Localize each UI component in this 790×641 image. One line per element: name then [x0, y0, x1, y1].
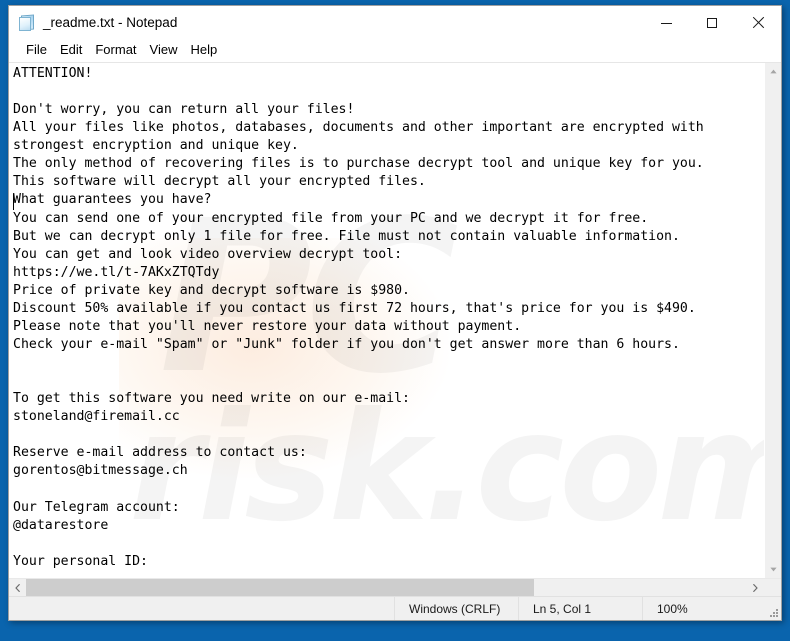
scroll-up-icon[interactable]	[765, 63, 782, 80]
scroll-left-icon[interactable]	[9, 579, 26, 596]
status-zoom-value: 100%	[657, 601, 688, 616]
menu-bar: File Edit Format View Help	[9, 40, 781, 62]
scrollbar-corner	[764, 579, 781, 596]
desktop-background: _readme.txt - Notepad File Edit Format V…	[0, 0, 790, 641]
horizontal-scroll-track[interactable]	[26, 579, 747, 596]
vertical-scrollbar[interactable]	[764, 63, 781, 578]
status-spacer	[9, 597, 395, 620]
text-editor[interactable]: PC risk.com ATTENTION! Don't worry, you …	[9, 63, 764, 578]
minimize-button[interactable]	[643, 6, 689, 40]
status-cursor-position: Ln 5, Col 1	[519, 597, 643, 620]
menu-item-file[interactable]: File	[20, 40, 54, 61]
horizontal-scroll-thumb[interactable]	[26, 579, 534, 596]
menu-item-format[interactable]: Format	[89, 40, 143, 61]
resize-grip[interactable]	[765, 597, 781, 620]
status-encoding: Windows (CRLF)	[395, 597, 519, 620]
close-icon	[752, 17, 764, 29]
title-bar-left: _readme.txt - Notepad	[9, 6, 177, 40]
status-bar: Windows (CRLF) Ln 5, Col 1 100%	[9, 596, 781, 620]
menu-item-view[interactable]: View	[144, 40, 185, 61]
vertical-scroll-track[interactable]	[765, 80, 781, 561]
scroll-right-icon[interactable]	[747, 579, 764, 596]
window-controls	[643, 6, 781, 40]
text-caret	[13, 194, 14, 210]
ransom-note-text: ATTENTION! Don't worry, you can return a…	[13, 66, 704, 578]
notepad-window: _readme.txt - Notepad File Edit Format V…	[8, 5, 782, 621]
title-bar[interactable]: _readme.txt - Notepad	[9, 6, 781, 40]
menu-item-edit[interactable]: Edit	[54, 40, 89, 61]
editor-area: PC risk.com ATTENTION! Don't worry, you …	[9, 62, 781, 578]
horizontal-scrollbar-row	[9, 578, 781, 596]
horizontal-scrollbar[interactable]	[9, 579, 764, 596]
notepad-icon	[19, 14, 36, 32]
maximize-icon	[707, 18, 717, 28]
close-button[interactable]	[735, 6, 781, 40]
window-title: _readme.txt - Notepad	[43, 15, 178, 30]
scroll-down-icon[interactable]	[765, 561, 782, 578]
minimize-icon	[660, 22, 672, 24]
menu-item-help[interactable]: Help	[184, 40, 224, 61]
status-zoom-level: 100%	[643, 597, 765, 620]
maximize-button[interactable]	[689, 6, 735, 40]
